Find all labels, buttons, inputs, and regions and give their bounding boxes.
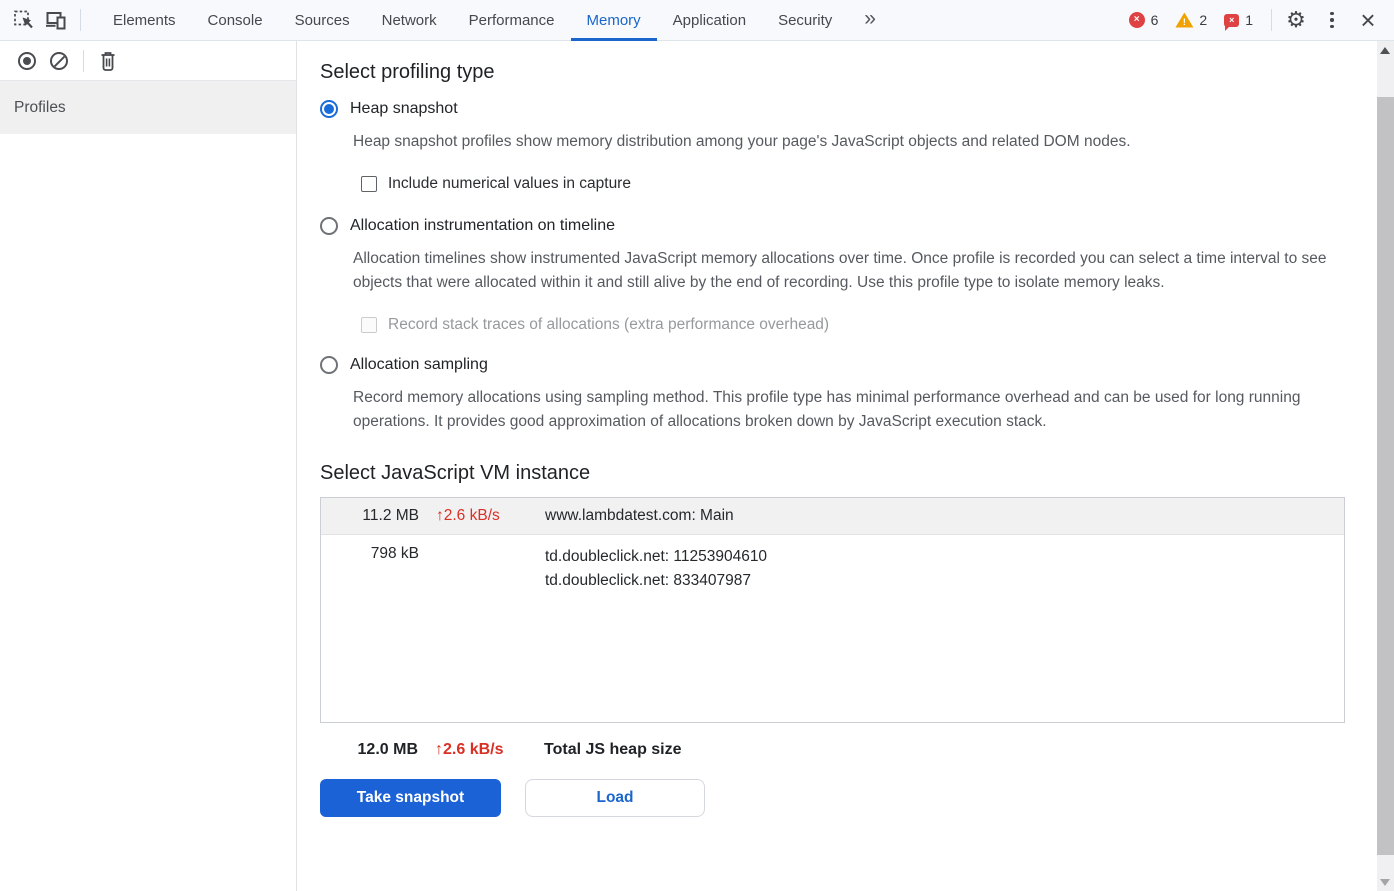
vm-heap-rate <box>436 545 528 593</box>
toggle-device-toolbar-button[interactable] <box>40 4 72 36</box>
radio-unselected-icon[interactable] <box>320 356 338 374</box>
issues-icon: × <box>1224 13 1240 31</box>
total-heap-rate: ↑2.6 kB/s <box>435 741 504 758</box>
start-profiling-button[interactable] <box>11 45 43 77</box>
warning-icon: ! <box>1175 12 1194 28</box>
allocation-sampling-label: Allocation sampling <box>350 356 488 373</box>
heap-snapshot-description: Heap snapshot profiles show memory distr… <box>353 133 1131 150</box>
memory-panel: Select profiling type Heap snapshot Heap… <box>297 41 1377 891</box>
checkbox-record-stack-traces: Record stack traces of allocations (extr… <box>361 316 1377 334</box>
take-snapshot-button[interactable]: Take snapshot <box>320 779 501 817</box>
inspect-element-button[interactable] <box>8 4 40 36</box>
vm-instance-heading: Select JavaScript VM instance <box>320 462 591 484</box>
issues-badge[interactable]: × 1 <box>1224 12 1253 31</box>
allocation-sampling-description: Record memory allocations using sampling… <box>353 389 1301 430</box>
radio-unselected-icon[interactable] <box>320 217 338 235</box>
error-count: 6 <box>1150 12 1159 28</box>
delete-profile-button[interactable] <box>92 45 124 77</box>
tab-console[interactable]: Console <box>192 0 279 41</box>
vm-row-doubleclick[interactable]: 798 kB td.doubleclick.net: 11253904610 t… <box>321 535 1344 603</box>
panel-tabs: Elements Console Sources Network Perform… <box>97 0 848 41</box>
tab-security[interactable]: Security <box>762 0 848 41</box>
profiling-type-heading: Select profiling type <box>320 61 495 83</box>
tab-network[interactable]: Network <box>366 0 453 41</box>
toolbar-divider <box>80 9 81 31</box>
sidebar-item-profiles[interactable]: Profiles <box>0 81 296 134</box>
close-devtools-button[interactable]: × <box>1352 4 1384 36</box>
warning-badge[interactable]: ! 2 <box>1175 12 1207 28</box>
radio-allocation-sampling[interactable]: Allocation sampling <box>320 356 1377 374</box>
heap-snapshot-label: Heap snapshot <box>350 100 458 117</box>
vm-heap-size: 11.2 MB <box>362 507 419 524</box>
tabbar-right-divider <box>1271 9 1272 31</box>
total-heap-label: Total JS heap size <box>544 741 682 758</box>
allocation-instrumentation-label: Allocation instrumentation on timeline <box>350 217 616 234</box>
tab-memory[interactable]: Memory <box>570 0 657 41</box>
radio-selected-icon[interactable] <box>320 100 338 118</box>
status-badges: × 6 ! 2 × 1 <box>1128 12 1253 31</box>
close-icon: × <box>1360 5 1376 35</box>
tab-performance[interactable]: Performance <box>453 0 571 41</box>
vm-row-main[interactable]: 11.2 MB ↑2.6 kB/s www.lambdatest.com: Ma… <box>321 498 1344 535</box>
tabbar-right-icons: ⚙ × <box>1280 4 1384 36</box>
devtools-window: Elements Console Sources Network Perform… <box>0 0 1394 891</box>
vm-instance-names: td.doubleclick.net: 11253904610 td.doubl… <box>545 545 1344 593</box>
device-toolbar-icon <box>46 12 66 30</box>
three-dot-menu-icon <box>1330 11 1334 29</box>
vm-instance-table: 11.2 MB ↑2.6 kB/s www.lambdatest.com: Ma… <box>320 497 1345 723</box>
vm-heap-rate: ↑2.6 kB/s <box>436 507 500 524</box>
vm-heap-size: 798 kB <box>370 545 419 562</box>
devtools-body: Profiles Select profiling type Heap snap… <box>0 41 1394 891</box>
allocation-instrumentation-description: Allocation timelines show instrumented J… <box>353 250 1327 291</box>
checkbox-include-numerical-values[interactable]: Include numerical values in capture <box>361 175 1377 193</box>
scroll-up-arrow-icon[interactable] <box>1380 47 1390 54</box>
vm-instance-name: www.lambdatest.com: Main <box>545 507 734 524</box>
vm-instance-name: td.doubleclick.net: 833407987 <box>545 572 751 589</box>
warning-count: 2 <box>1199 12 1208 28</box>
total-heap-row: 12.0 MB ↑2.6 kB/s Total JS heap size <box>320 741 1377 759</box>
action-buttons: Take snapshot Load <box>320 779 1377 817</box>
vertical-scrollbar[interactable] <box>1377 41 1394 891</box>
profiles-label: Profiles <box>14 98 66 116</box>
issues-count: 1 <box>1245 12 1253 28</box>
tab-elements[interactable]: Elements <box>97 0 192 41</box>
radio-allocation-instrumentation[interactable]: Allocation instrumentation on timeline <box>320 217 1377 235</box>
checkbox-icon[interactable] <box>361 176 377 192</box>
checkbox-disabled-icon <box>361 317 377 333</box>
tab-application[interactable]: Application <box>657 0 762 41</box>
customize-devtools-button[interactable] <box>1316 4 1348 36</box>
devtools-tabbar: Elements Console Sources Network Perform… <box>0 0 1394 41</box>
trash-icon <box>101 51 115 71</box>
settings-button[interactable]: ⚙ <box>1280 4 1312 36</box>
radio-heap-snapshot[interactable]: Heap snapshot <box>320 100 1377 118</box>
tab-sources[interactable]: Sources <box>279 0 366 41</box>
load-button[interactable]: Load <box>525 779 705 817</box>
memory-sidebar: Profiles <box>0 41 297 891</box>
total-heap-size: 12.0 MB <box>357 741 418 758</box>
error-badge[interactable]: × 6 <box>1128 12 1159 28</box>
inspect-cursor-icon <box>14 10 33 29</box>
more-tabs-icon[interactable]: » <box>864 8 876 33</box>
gear-icon: ⚙ <box>1286 7 1306 32</box>
error-icon: × <box>1128 12 1145 28</box>
scrollbar-thumb[interactable] <box>1377 97 1394 855</box>
record-icon <box>18 51 36 70</box>
include-numerical-values-label: Include numerical values in capture <box>388 175 631 192</box>
clear-profiles-button[interactable] <box>43 45 75 77</box>
record-stack-traces-label: Record stack traces of allocations (extr… <box>388 316 830 333</box>
scroll-down-arrow-icon[interactable] <box>1380 879 1390 886</box>
clear-icon <box>50 51 68 70</box>
vm-instance-name: td.doubleclick.net: 11253904610 <box>545 548 768 565</box>
profiles-toolbar <box>0 41 296 81</box>
sidebar-toolbar-divider <box>83 49 84 72</box>
